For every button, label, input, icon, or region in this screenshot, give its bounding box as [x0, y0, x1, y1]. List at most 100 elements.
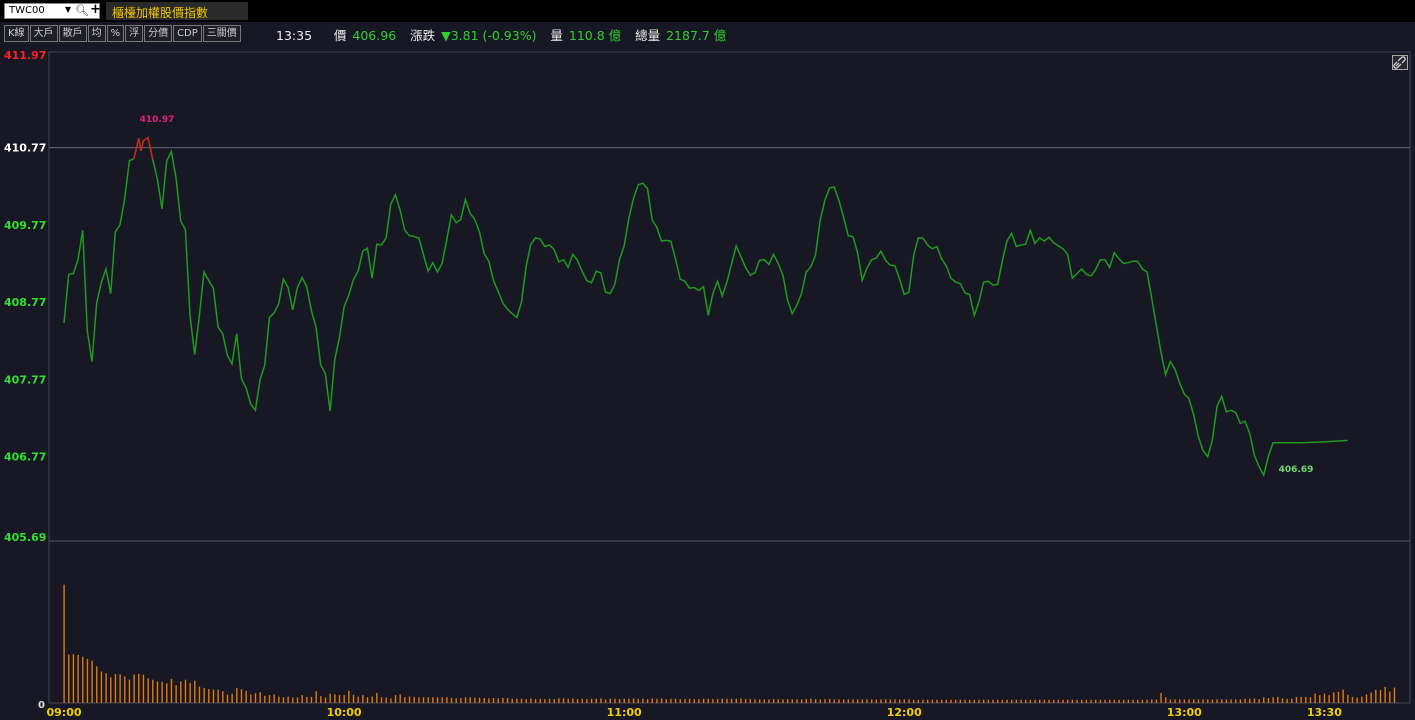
- volume-bar: [460, 697, 462, 703]
- volume-bar: [91, 660, 93, 703]
- volume-bar: [82, 656, 84, 703]
- volume-bar: [1207, 699, 1209, 703]
- volume-bar: [492, 697, 495, 703]
- volume-bar: [1067, 699, 1069, 703]
- volume-bar: [175, 685, 177, 703]
- volume-bar: [1118, 699, 1120, 703]
- volume-bar: [838, 699, 840, 703]
- volume-bar: [656, 698, 658, 703]
- volume-bar: [418, 697, 420, 703]
- volume-bar: [236, 687, 238, 703]
- volume-bar: [702, 698, 705, 703]
- volume-bar: [1277, 696, 1279, 703]
- volume-bar: [1099, 699, 1102, 703]
- volume-bar: [1057, 699, 1060, 703]
- volume-bar: [908, 699, 910, 703]
- volume-bar: [898, 699, 901, 703]
- volume-bar: [679, 699, 681, 703]
- volume-bar: [1230, 699, 1232, 703]
- volume-bar: [1225, 699, 1228, 703]
- volume-bar: [189, 682, 191, 703]
- volume-bar: [1267, 697, 1270, 703]
- volume-bar: [264, 695, 266, 703]
- volume-bar: [124, 676, 126, 703]
- volume-bar: [1123, 699, 1125, 703]
- volume-bar: [110, 677, 112, 703]
- volume-bar: [1113, 699, 1116, 703]
- volume-bar: [320, 696, 322, 703]
- volume-bar: [548, 698, 551, 703]
- volume-bar: [450, 697, 453, 703]
- volume-bar: [161, 681, 163, 703]
- volume-bar: [1305, 696, 1307, 703]
- volume-bar: [567, 698, 569, 703]
- volume-bar: [1239, 699, 1242, 703]
- volume-bar: [170, 678, 173, 703]
- volume-bar: [385, 697, 387, 703]
- volume-bar: [884, 699, 887, 703]
- volume-bar: [978, 699, 980, 703]
- volume-bar: [912, 699, 915, 703]
- volume-bar: [502, 697, 504, 703]
- volume-bar: [791, 699, 794, 703]
- volume-bar: [796, 699, 798, 703]
- x-tick-label: 12:00: [887, 706, 922, 719]
- volume-bar: [1034, 699, 1036, 703]
- volume-bar: [1216, 699, 1218, 703]
- link-icon[interactable]: [1392, 55, 1408, 70]
- volume-bar: [1221, 699, 1223, 703]
- volume-bar: [133, 674, 135, 703]
- volume-bar: [1062, 699, 1064, 703]
- volume-bar: [343, 695, 345, 703]
- volume-bar: [105, 673, 107, 703]
- volume-bar: [861, 699, 864, 703]
- volume-bar: [950, 699, 952, 703]
- volume-bar: [1328, 695, 1330, 703]
- volume-bar: [824, 699, 826, 703]
- volume-bar: [1258, 699, 1260, 703]
- volume-bar: [1039, 699, 1041, 703]
- y-tick-label: 411.97: [4, 49, 46, 62]
- volume-bar: [338, 695, 341, 703]
- volume-bar: [758, 699, 761, 703]
- low-label: 406.69: [1279, 465, 1314, 475]
- volume-bar: [1347, 694, 1349, 703]
- volume-bar: [1183, 699, 1186, 703]
- volume-bar: [1095, 699, 1097, 703]
- volume-bar: [712, 699, 714, 703]
- volume-bar: [1314, 693, 1316, 703]
- volume-bar: [1137, 699, 1139, 703]
- volume-bar: [665, 699, 667, 703]
- volume-bar: [366, 697, 369, 703]
- volume-bar: [1015, 699, 1018, 703]
- volume-bar: [1333, 692, 1335, 703]
- volume-bar: [1043, 699, 1046, 703]
- volume-bar: [726, 698, 728, 703]
- volume-bar: [436, 697, 439, 703]
- volume-bar: [1071, 699, 1074, 703]
- volume-bar: [1393, 687, 1396, 703]
- volume-bar: [618, 699, 621, 703]
- volume-bar: [1020, 699, 1022, 703]
- volume-bar: [506, 697, 509, 703]
- volume-bar: [628, 698, 630, 703]
- volume-bar: [278, 696, 280, 703]
- volume-bar: [707, 698, 709, 703]
- volume-bar: [1025, 699, 1027, 703]
- volume-bar: [1006, 699, 1008, 703]
- volume-bar: [1235, 699, 1237, 703]
- volume-bar: [940, 699, 943, 703]
- volume-bar: [964, 699, 966, 703]
- volume-bar: [259, 692, 261, 703]
- volume-bar: [777, 699, 780, 703]
- volume-bar: [698, 699, 700, 703]
- volume-bar: [156, 681, 159, 703]
- intraday-chart[interactable]: 411.97 410.77 409.77 408.77 407.77 406.77 405.…: [0, 0, 1415, 720]
- volume-bar: [982, 699, 985, 703]
- volume-bar: [1188, 699, 1190, 703]
- volume-bar: [749, 699, 751, 703]
- volume-bar: [1211, 699, 1214, 703]
- volume-bar: [1048, 699, 1050, 703]
- volume-bar: [763, 699, 765, 703]
- volume-bar: [390, 698, 392, 703]
